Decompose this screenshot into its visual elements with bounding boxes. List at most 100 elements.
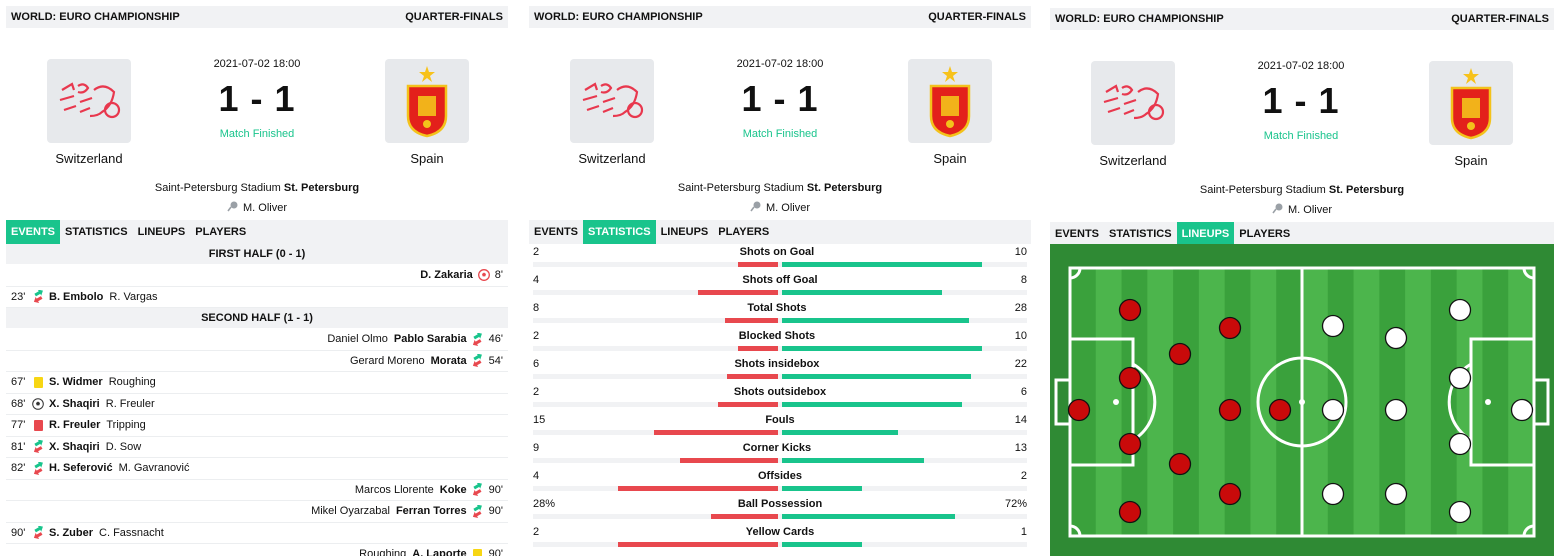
match-date: 2021-07-02 18:00 <box>213 58 301 70</box>
stat-away-value: 10 <box>1014 330 1027 342</box>
home-team[interactable]: Switzerland <box>1073 61 1193 168</box>
tab-statistics[interactable]: STATISTICS <box>60 220 133 244</box>
tab-events[interactable]: EVENTS <box>529 220 583 244</box>
stat-bars <box>533 290 1027 295</box>
event-minute: 23' <box>11 290 26 303</box>
home-team-name: Switzerland <box>1099 153 1167 168</box>
events-list: FIRST HALF (0 - 1) D. Zakaria 8' 23' B. Emb… <box>6 244 508 556</box>
away-team-name: Spain <box>410 151 444 166</box>
home-player-marker[interactable] <box>1118 298 1142 322</box>
league-bar: WORLD: EURO CHAMPIONSHIP QUARTER-FINALS <box>1050 8 1554 30</box>
away-player-marker[interactable] <box>1448 366 1472 390</box>
tab-players[interactable]: PLAYERS <box>713 220 774 244</box>
league-name[interactable]: WORLD: EURO CHAMPIONSHIP <box>1055 13 1224 25</box>
away-player-marker[interactable] <box>1384 398 1408 422</box>
match-score: 1 - 1 <box>741 78 819 119</box>
event-player[interactable]: D. Zakaria <box>420 269 473 281</box>
event-player[interactable]: X. Shaqiri <box>49 441 100 453</box>
stat-away-value: 2 <box>1020 470 1027 482</box>
away-player-marker[interactable] <box>1321 398 1345 422</box>
away-player-marker[interactable] <box>1384 482 1408 506</box>
stat-label: Yellow Cards <box>745 526 815 538</box>
event-player[interactable]: Ferran Torres <box>396 505 467 517</box>
home-player-marker[interactable] <box>1168 452 1192 476</box>
event-player[interactable]: R. Freuler <box>49 419 100 431</box>
stat-home-bar <box>737 262 778 267</box>
stat-label: Shots outsidebox <box>733 386 827 398</box>
match-header: Switzerland 2021-07-02 18:00 1 - 1 Match… <box>6 28 508 168</box>
home-player-marker[interactable] <box>1168 342 1192 366</box>
away-player-marker[interactable] <box>1448 298 1472 322</box>
tab-statistics[interactable]: STATISTICS <box>583 220 656 244</box>
home-player-marker[interactable] <box>1118 366 1142 390</box>
tab-lineups[interactable]: LINEUPS <box>133 220 191 244</box>
home-player-marker[interactable] <box>1218 482 1242 506</box>
home-team[interactable]: Switzerland <box>552 59 672 166</box>
event-player[interactable]: B. Embolo <box>49 291 103 303</box>
home-player-marker[interactable] <box>1118 432 1142 456</box>
event-detail: Daniel Olmo <box>327 333 388 346</box>
stat-home-bar <box>679 458 778 463</box>
stat-bars <box>533 430 1027 435</box>
home-player-marker[interactable] <box>1218 316 1242 340</box>
event-player[interactable]: Morata <box>431 355 467 367</box>
venue-name: Saint-Petersburg Stadium <box>677 182 804 194</box>
league-name[interactable]: WORLD: EURO CHAMPIONSHIP <box>11 11 180 23</box>
stat-away-value: 13 <box>1014 442 1027 454</box>
stat-away-value: 72% <box>1004 498 1027 510</box>
stat-label: Total Shots <box>747 302 807 314</box>
league-name[interactable]: WORLD: EURO CHAMPIONSHIP <box>534 11 703 23</box>
home-player-marker[interactable] <box>1268 398 1292 422</box>
home-player-marker[interactable] <box>1067 398 1091 422</box>
event-player[interactable]: H. Seferović <box>49 462 113 474</box>
event-minute: 90' <box>11 526 26 539</box>
event-player[interactable]: A. Laporte <box>412 548 466 556</box>
substitution-icon <box>471 332 485 346</box>
stat-row: 28% Ball Possession 72% <box>529 496 1031 524</box>
event-minute: 81' <box>11 440 26 453</box>
event-detail: R. Freuler <box>105 397 155 410</box>
tab-players[interactable]: PLAYERS <box>190 220 251 244</box>
stat-away-bar <box>782 430 898 435</box>
stat-label: Shots off Goal <box>742 274 818 286</box>
stat-row: 9 Corner Kicks 13 <box>529 440 1031 468</box>
lineup-pitch <box>1050 244 1554 556</box>
stat-bars <box>533 542 1027 547</box>
away-team[interactable]: Spain <box>1411 61 1531 168</box>
away-player-marker[interactable] <box>1448 500 1472 524</box>
tab-lineups[interactable]: LINEUPS <box>656 220 714 244</box>
whistle-icon <box>227 200 239 215</box>
tab-players[interactable]: PLAYERS <box>1234 222 1295 246</box>
away-player-marker[interactable] <box>1510 398 1534 422</box>
event-player[interactable]: S. Zuber <box>49 527 93 539</box>
event-player[interactable]: X. Shaqiri <box>49 398 100 410</box>
stat-bars <box>533 514 1027 519</box>
event-player[interactable]: Pablo Sarabia <box>394 333 467 345</box>
home-player-marker[interactable] <box>1118 500 1142 524</box>
stat-home-value: 9 <box>533 442 540 454</box>
stat-home-value: 4 <box>533 470 540 482</box>
event-detail: Gerard Moreno <box>350 354 425 367</box>
stat-bars <box>533 402 1027 407</box>
tab-statistics[interactable]: STATISTICS <box>1104 222 1177 246</box>
tab-lineups[interactable]: LINEUPS <box>1176 222 1235 246</box>
home-team[interactable]: Switzerland <box>29 59 149 166</box>
stat-label: Corner Kicks <box>742 442 812 454</box>
stat-home-value: 2 <box>533 246 540 258</box>
league-bar: WORLD: EURO CHAMPIONSHIP QUARTER-FINALS <box>6 6 508 28</box>
event-player[interactable]: S. Widmer <box>49 376 103 388</box>
tab-events[interactable]: EVENTS <box>1050 222 1104 246</box>
home-player-marker[interactable] <box>1218 398 1242 422</box>
event-row: 77' R. Freuler Tripping <box>6 415 508 437</box>
stat-bars <box>533 318 1027 323</box>
away-player-marker[interactable] <box>1321 314 1345 338</box>
tab-events[interactable]: EVENTS <box>6 220 61 244</box>
event-player[interactable]: Koke <box>440 484 467 496</box>
away-player-marker[interactable] <box>1448 432 1472 456</box>
event-detail: Marcos Llorente <box>354 483 434 496</box>
away-team[interactable]: Spain <box>367 59 487 166</box>
away-player-marker[interactable] <box>1321 482 1345 506</box>
away-player-marker[interactable] <box>1384 326 1408 350</box>
spain-logo-icon <box>1429 61 1513 145</box>
away-team[interactable]: Spain <box>890 59 1010 166</box>
